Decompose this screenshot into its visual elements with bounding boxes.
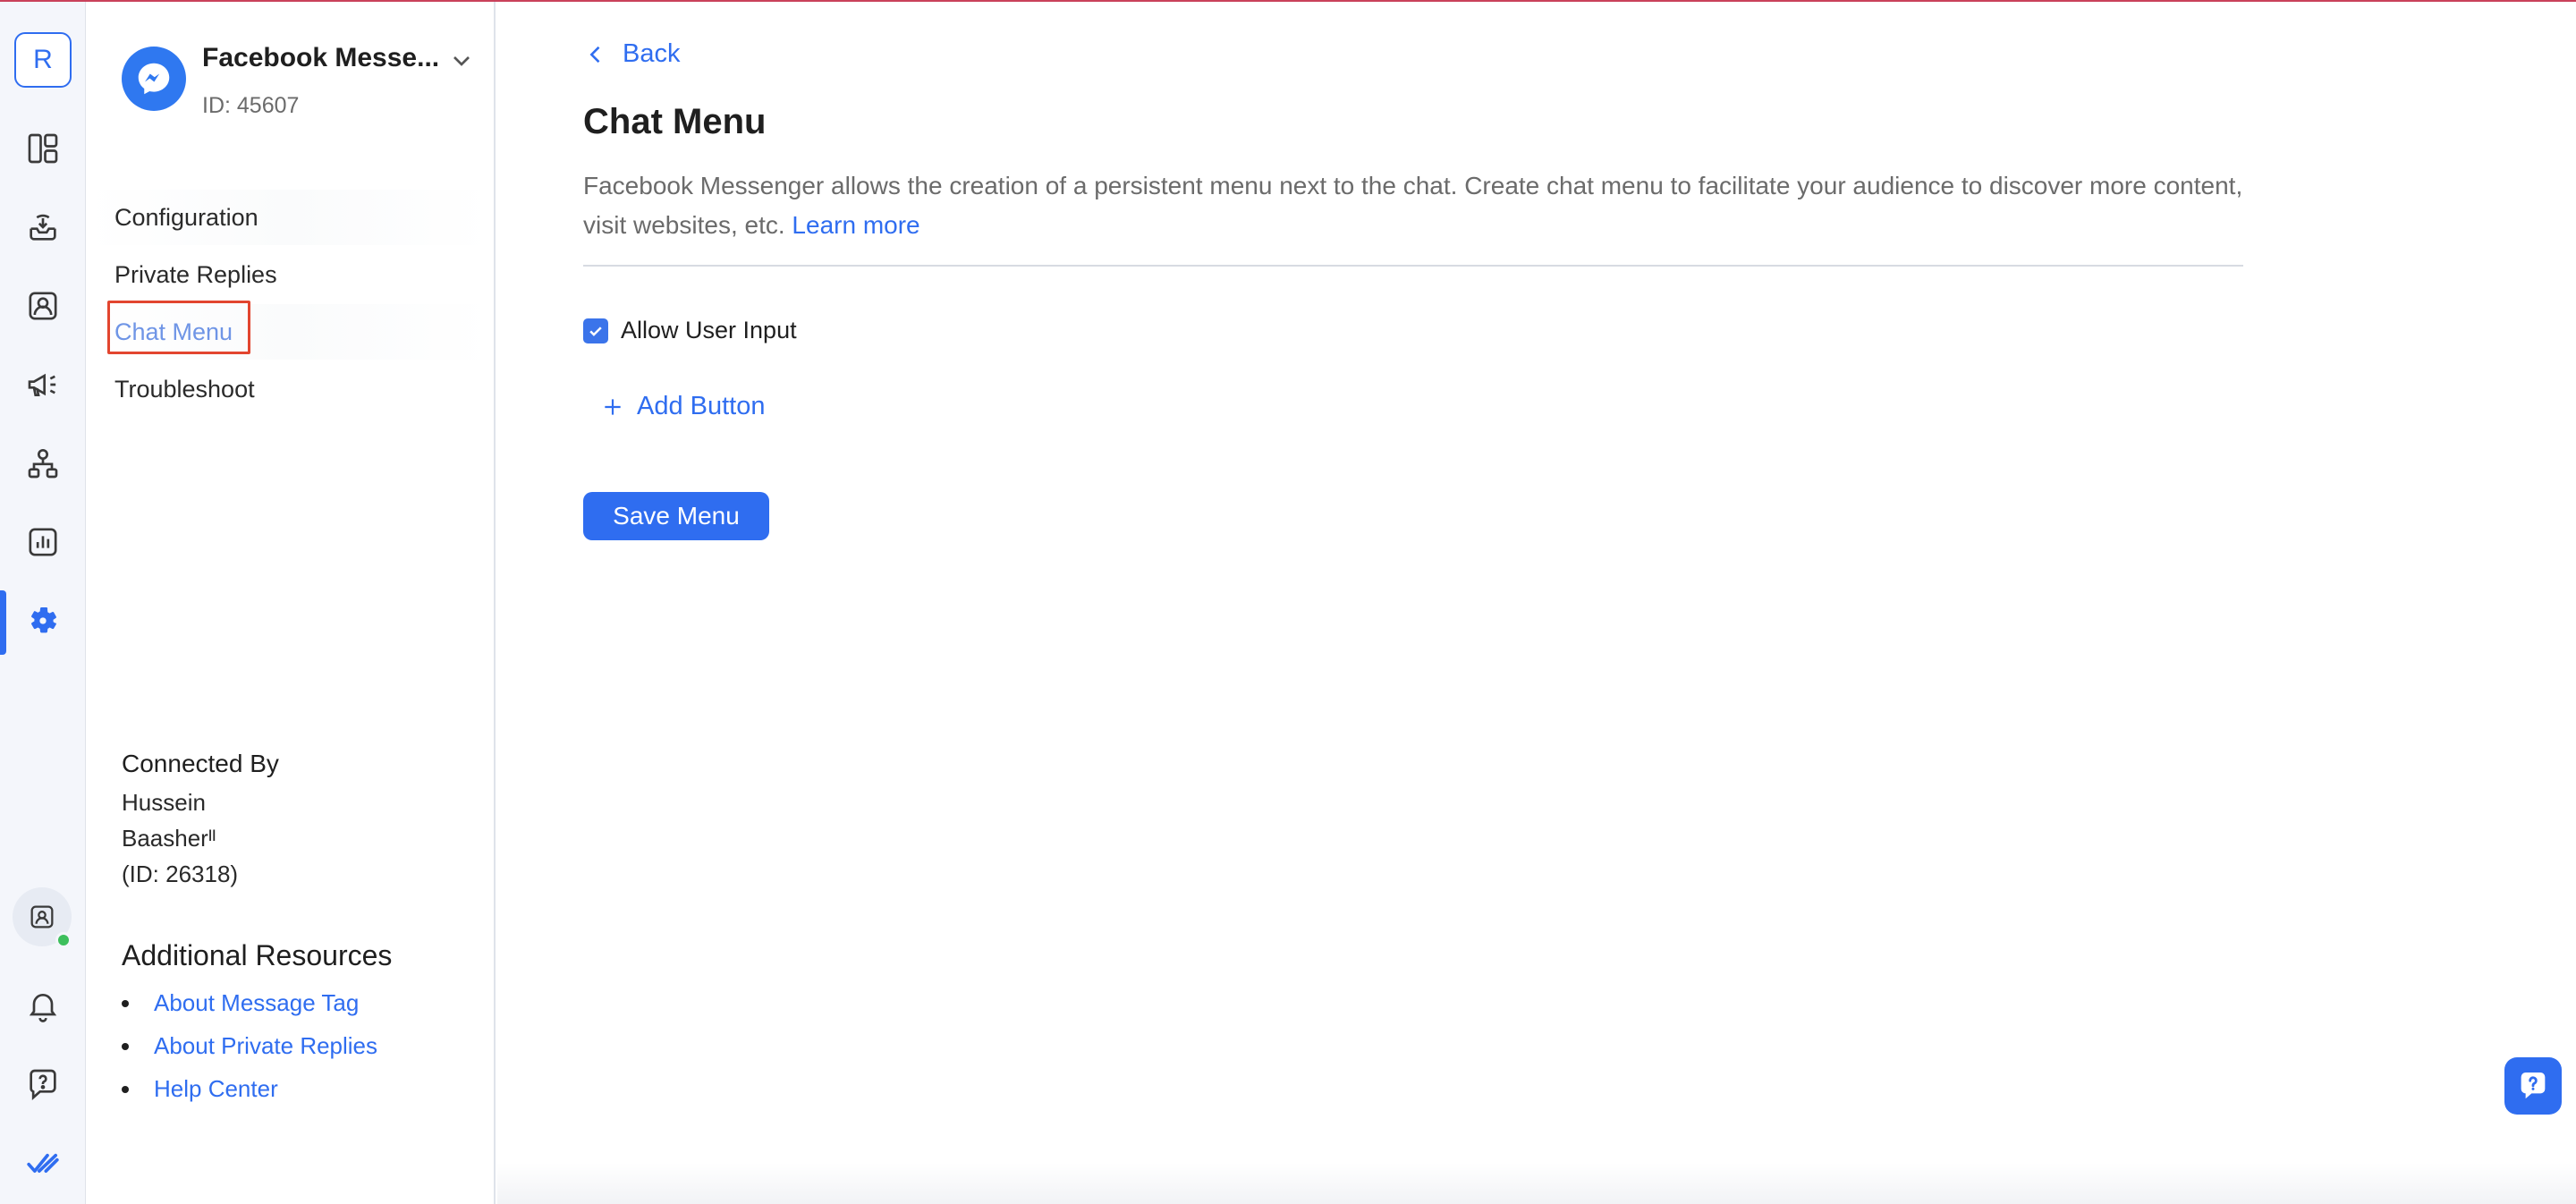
help-icon[interactable]	[16, 1057, 70, 1111]
rail-active-indicator	[0, 590, 6, 655]
resource-link-private-replies[interactable]: About Private Replies	[122, 1032, 377, 1060]
bottom-fade	[497, 1163, 2576, 1204]
additional-resources-title: Additional Resources	[122, 939, 393, 971]
check-icon	[589, 326, 602, 336]
notifications-icon[interactable]	[16, 979, 70, 1032]
checkbox-checked[interactable]	[583, 318, 608, 343]
learn-more-link[interactable]: Learn more	[792, 211, 919, 239]
question-chat-icon	[2521, 1073, 2546, 1099]
dashboard-icon[interactable]	[16, 122, 70, 175]
bullet	[122, 1042, 129, 1050]
active-item-highlight	[107, 301, 250, 354]
icon-rail: R	[0, 2, 86, 1204]
channel-name[interactable]: Facebook Messe...	[202, 43, 439, 73]
plus-icon	[605, 398, 621, 415]
connected-by-surname: Baasherᴵᴵ	[122, 825, 216, 852]
bullet	[122, 1085, 129, 1093]
broadcast-icon[interactable]	[16, 358, 70, 411]
contacts-icon[interactable]	[16, 279, 70, 333]
reports-icon[interactable]	[16, 515, 70, 569]
help-chat-button[interactable]	[2504, 1057, 2562, 1115]
connected-by-title: Connected By	[122, 750, 279, 777]
page-description: Facebook Messenger allows the creation o…	[583, 172, 2243, 239]
channel-sidebar: Facebook Messe... ID: 45607 Configuratio…	[86, 2, 496, 1204]
workflows-icon[interactable]	[16, 437, 70, 490]
divider	[583, 265, 2243, 267]
brand-logo-icon	[16, 1136, 70, 1190]
chevron-down-icon[interactable]	[447, 47, 476, 75]
page-title: Chat Menu	[583, 102, 767, 141]
chevron-left-icon	[589, 46, 600, 63]
connected-by-id: (ID: 26318)	[122, 861, 239, 887]
connected-by-name: Hussein	[122, 789, 206, 816]
add-button-link[interactable]: Add Button	[601, 392, 766, 421]
workspace-avatar[interactable]: R	[14, 32, 72, 88]
back-link[interactable]: Back	[583, 39, 680, 69]
online-status-dot	[55, 932, 72, 948]
settings-icon[interactable]	[16, 594, 70, 648]
save-menu-button[interactable]: Save Menu	[583, 492, 769, 540]
resource-link-message-tag[interactable]: About Message Tag	[122, 989, 359, 1017]
messenger-icon	[122, 47, 186, 111]
bullet	[122, 999, 129, 1007]
channel-id: ID: 45607	[202, 93, 300, 118]
nav-item-private-replies[interactable]: Private Replies	[86, 247, 492, 302]
allow-user-input-checkbox[interactable]: Allow User Input	[583, 317, 797, 344]
nav-item-troubleshoot[interactable]: Troubleshoot	[86, 361, 492, 417]
resource-link-help-center[interactable]: Help Center	[122, 1075, 278, 1103]
nav-item-configuration[interactable]: Configuration	[86, 190, 492, 245]
main-content: Back Chat Menu Facebook Messenger allows…	[497, 2, 2576, 1204]
agent-status-icon	[30, 905, 54, 928]
inbox-icon[interactable]	[16, 200, 70, 254]
